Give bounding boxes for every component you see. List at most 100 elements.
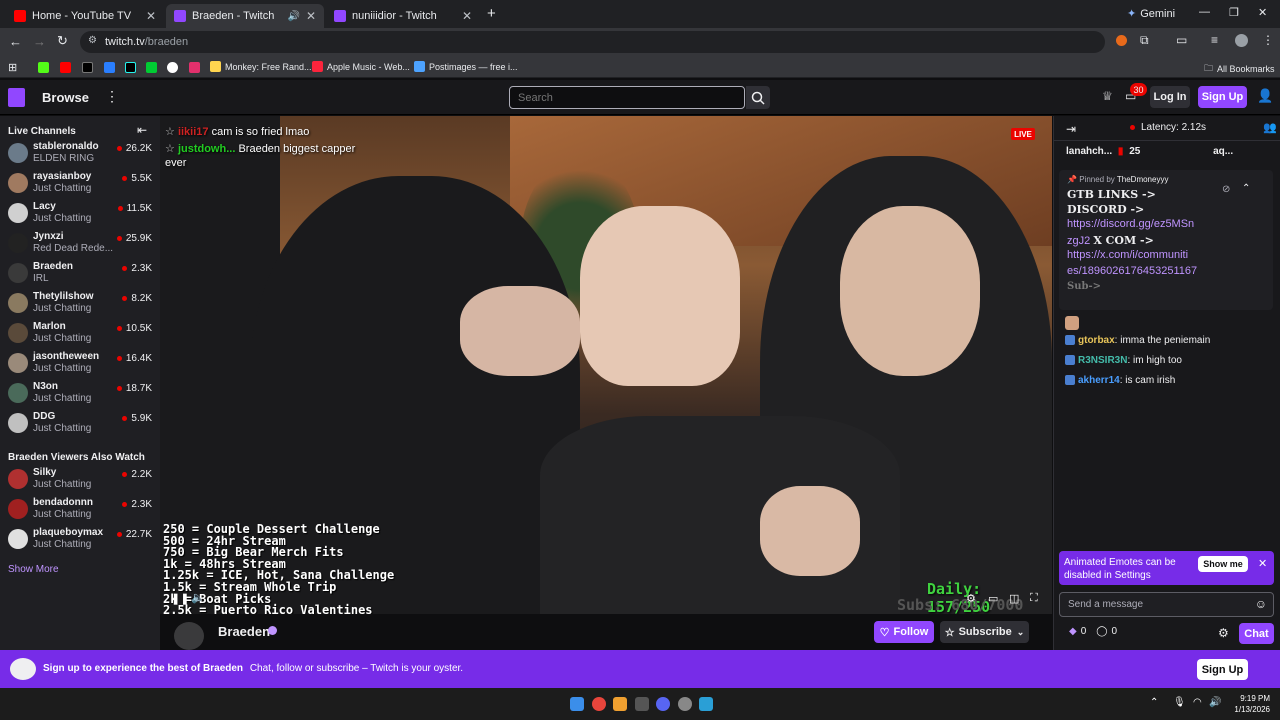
twitch-logo-icon[interactable] (8, 88, 25, 107)
prime-crown-icon[interactable]: ♕ (1102, 89, 1113, 103)
extension-icon[interactable] (1116, 35, 1127, 46)
wifi-icon[interactable]: ◠ (1193, 697, 1202, 708)
pinned-link[interactable]: zgJ2 (1067, 235, 1090, 247)
close-icon[interactable]: ✕ (1258, 557, 1267, 570)
app-icon[interactable] (635, 697, 649, 711)
gemini-button[interactable]: ✦ Gemini (1127, 7, 1175, 21)
media-icon[interactable]: ≡ (1211, 33, 1218, 47)
menu-kebab-icon[interactable]: ⋮ (1262, 33, 1274, 47)
close-icon[interactable]: ✕ (146, 9, 156, 23)
search-input[interactable] (509, 86, 745, 109)
emoji-icon[interactable]: ☺ (1255, 597, 1267, 611)
chat-username[interactable]: R3NSIR3N (1078, 355, 1127, 366)
volume-tray-icon[interactable]: 🔊 (1209, 697, 1221, 708)
extensions-puzzle-icon[interactable]: ⧉ (1140, 33, 1149, 48)
bookmark-monkey[interactable]: Monkey: Free Rand... (210, 61, 312, 72)
tiktok-icon[interactable] (125, 62, 136, 73)
bookmark-h-icon[interactable] (146, 62, 157, 73)
app-icon[interactable] (699, 697, 713, 711)
pinned-link[interactable]: https://discord.gg/ez5MSn (1067, 218, 1194, 230)
youtube-icon[interactable] (60, 62, 71, 73)
close-icon[interactable]: ✕ (306, 9, 316, 23)
minimize-button[interactable]: — (1199, 6, 1210, 18)
banner-signup-button[interactable]: Sign Up (1197, 659, 1248, 680)
collapse-sidebar-icon[interactable]: ⇤ (137, 123, 147, 137)
bookmark-apple-music[interactable]: Apple Music - Web... (312, 61, 410, 72)
chrome-icon[interactable] (592, 697, 606, 711)
forward-icon[interactable]: → (33, 34, 46, 49)
chat-send-button[interactable]: Chat (1239, 623, 1274, 644)
site-info-icon[interactable]: ⚙ (88, 35, 97, 46)
tab-nuniiidior[interactable]: nuniiidior - Twitch ✕ (326, 4, 480, 28)
volume-icon[interactable]: 🔈 (191, 591, 205, 604)
kick-icon[interactable] (38, 62, 49, 73)
sidebar-channel-plaqueboymax[interactable]: plaqueboymax Just Chatting 22.7K (0, 524, 160, 554)
back-icon[interactable]: ← (9, 34, 22, 49)
browse-link[interactable]: Browse (42, 90, 89, 105)
reload-icon[interactable]: ↻ (57, 33, 68, 49)
pinned-link[interactable]: es/1896026176453251167 (1067, 265, 1197, 277)
pause-icon[interactable]: ❚❚ (171, 592, 189, 605)
chevron-up-icon[interactable]: ⌃ (1242, 183, 1250, 194)
more-kebab-icon[interactable]: ⋮ (105, 88, 119, 105)
subscribe-button[interactable]: ☆ Subscribe ⌄ (940, 621, 1029, 643)
shield-icon[interactable] (104, 62, 115, 73)
profile-avatar[interactable] (1235, 34, 1248, 47)
user-icon[interactable]: 👤 (1257, 88, 1273, 104)
chat-settings-icon[interactable]: ⚙ (1218, 626, 1229, 640)
sidebar-channel-braeden[interactable]: Braeden IRL 2.3K (0, 258, 160, 288)
bookmark-postimages[interactable]: Postimages — free i... (414, 61, 518, 72)
channel-avatar[interactable] (174, 622, 204, 650)
pinned-link[interactable]: https://x.com/i/communiti (1067, 249, 1188, 261)
follow-button[interactable]: ♡ Follow (874, 621, 934, 643)
new-tab-button[interactable]: + (487, 5, 496, 22)
sidebar-channel-n3on[interactable]: N3on Just Chatting 18.7K (0, 378, 160, 408)
search-button[interactable] (746, 86, 770, 109)
tab-braeden[interactable]: Braeden - Twitch 🔊 ✕ (166, 4, 324, 28)
video-player[interactable]: ☆ iikii17 cam is so fried lmao ☆ justdow… (160, 116, 1052, 614)
close-icon[interactable]: ✕ (462, 9, 472, 23)
sidebar-channel-lacy[interactable]: Lacy Just Chatting 11.5K (0, 198, 160, 228)
cast-icon[interactable]: ▭ (1176, 33, 1187, 47)
channel-points[interactable]: ◆ 0 ◯ 0 (1069, 626, 1117, 637)
bookmark-circle-icon[interactable] (167, 62, 178, 73)
sidebar-channel-stableronaldo[interactable]: stableronaldo ELDEN RING 26.2K (0, 138, 160, 168)
all-bookmarks-button[interactable]: 🗀 All Bookmarks (1204, 61, 1275, 77)
login-button[interactable]: Log In (1150, 86, 1190, 108)
signup-button[interactable]: Sign Up (1198, 86, 1247, 108)
address-bar[interactable]: ⚙ twitch.tv/braeden (80, 31, 1105, 53)
tray-chevron-icon[interactable]: ⌃ (1150, 697, 1158, 708)
apps-grid-icon[interactable]: ⊞ (8, 61, 17, 74)
tab-youtube-tv[interactable]: Home - YouTube TV ✕ (6, 4, 164, 28)
instagram-icon[interactable] (189, 62, 200, 73)
sidebar-channel-jynxzi[interactable]: Jynxzi Red Dead Rede... 25.9K (0, 228, 160, 258)
restore-button[interactable]: ❐ (1229, 6, 1239, 19)
sidebar-channel-thetylilshow[interactable]: Thetylilshow Just Chatting 8.2K (0, 288, 160, 318)
collapse-chat-icon[interactable]: ⇥ (1066, 122, 1076, 136)
sidebar-channel-rayasianboy[interactable]: rayasianboy Just Chatting 5.5K (0, 168, 160, 198)
windows-start-icon[interactable] (570, 697, 584, 711)
send-message-input[interactable]: Send a message ☺ (1059, 592, 1274, 617)
sidebar-channel-bendadonnn[interactable]: bendadonnn Just Chatting 2.3K (0, 494, 160, 524)
mic-icon[interactable]: 🎙 (1173, 697, 1186, 708)
clock[interactable]: 9:19 PM 1/13/2026 (1232, 693, 1270, 715)
leaderboard[interactable]: lanahch... ▮ 25 aq... (1066, 146, 1233, 157)
channel-name[interactable]: Braeden (218, 624, 270, 639)
settings-gear-icon[interactable]: ⚙ (966, 592, 976, 605)
show-me-button[interactable]: Show me (1198, 556, 1248, 572)
chat-username[interactable]: akherr14 (1078, 375, 1120, 386)
sidebar-channel-jasontheween[interactable]: jasontheween Just Chatting 16.4K (0, 348, 160, 378)
community-icon[interactable]: 👥 (1263, 121, 1277, 134)
close-window-button[interactable]: ✕ (1258, 6, 1267, 19)
speaker-icon[interactable]: 🔊 (288, 11, 300, 22)
fullscreen-icon[interactable]: ⛶ (1030, 592, 1038, 605)
hide-pin-icon[interactable]: ⊘ (1222, 184, 1230, 195)
theatre-mode-icon[interactable]: ▭ (988, 592, 998, 605)
sidebar-channel-ddg[interactable]: DDG Just Chatting 5.9K (0, 408, 160, 438)
sidebar-channel-silky[interactable]: Silky Just Chatting 2.2K (0, 464, 160, 494)
app-icon[interactable] (613, 697, 627, 711)
miniplayer-icon[interactable]: ◫ (1009, 592, 1019, 605)
app-icon[interactable] (678, 697, 692, 711)
chat-username[interactable]: gtorbax (1078, 335, 1115, 346)
discord-icon[interactable] (656, 697, 670, 711)
